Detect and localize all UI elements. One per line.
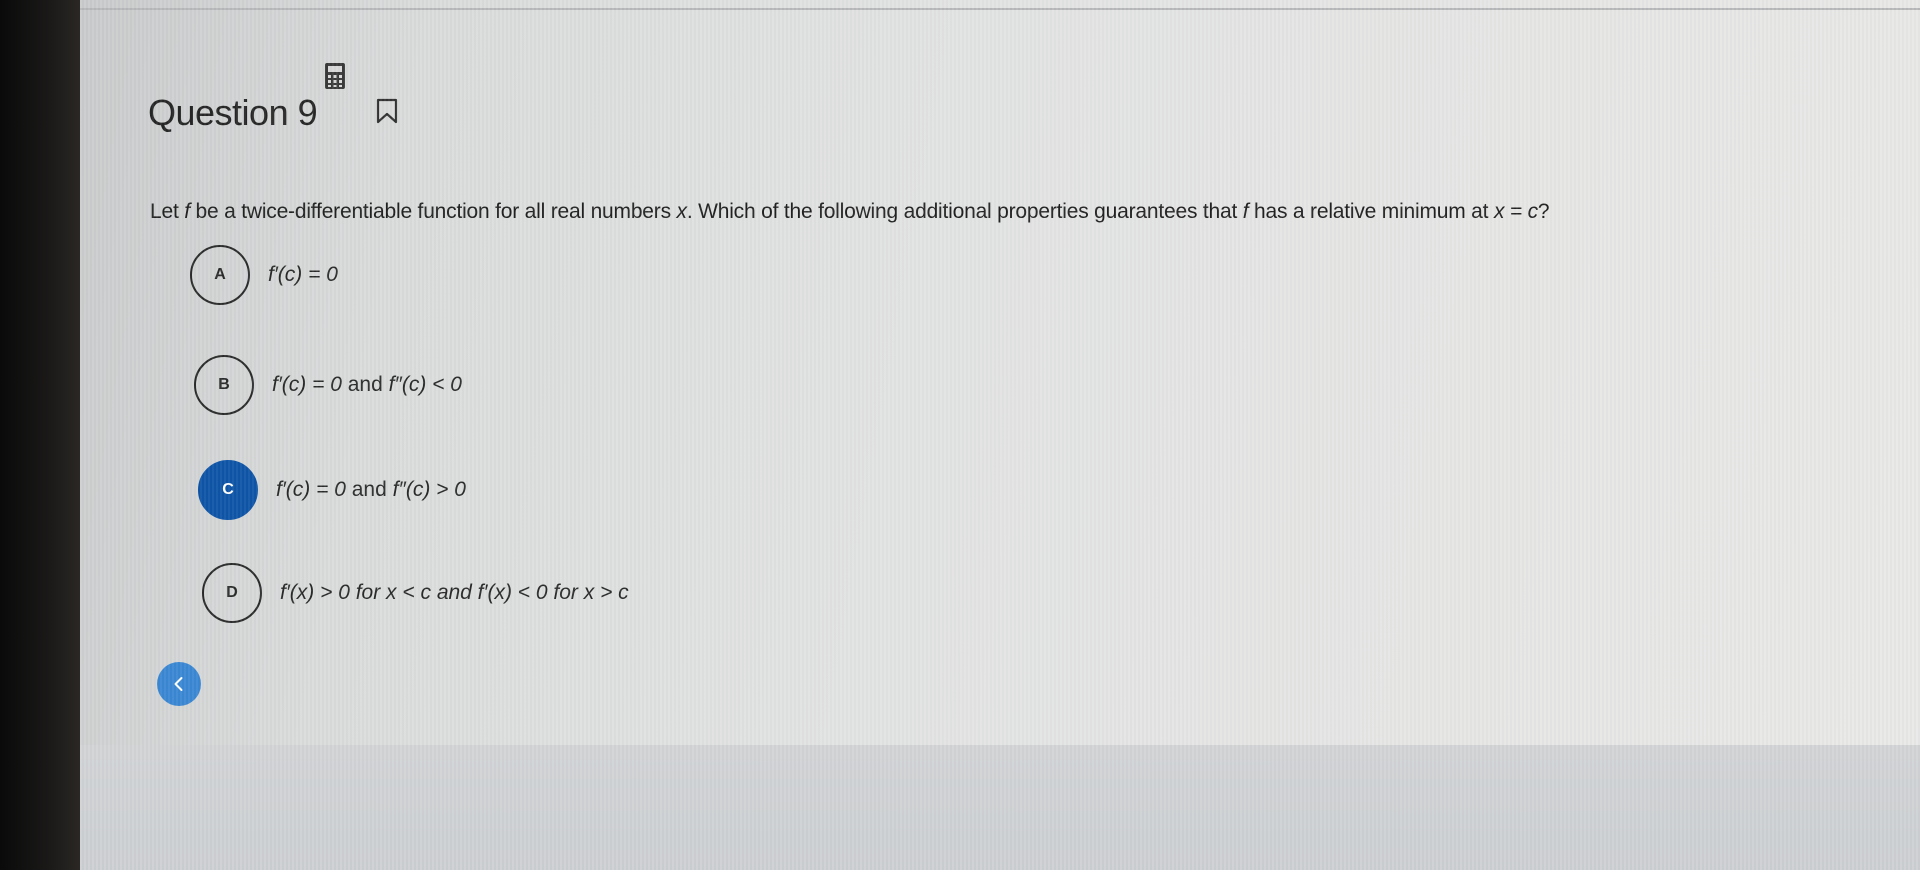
- option-b-text: f′(c) = 0 and f″(c) < 0: [272, 373, 462, 397]
- option-a-text: f′(c) = 0: [268, 263, 338, 286]
- option-d-text: f′(x) > 0 for x < c and f′(x) < 0 for x …: [280, 581, 629, 604]
- header-divider: [80, 8, 1920, 10]
- bookmark-icon[interactable]: [376, 98, 398, 124]
- option-c-text-part-2: f″(c) > 0: [392, 478, 466, 501]
- footer-band: [80, 745, 1920, 870]
- prompt-part-1: be a twice-differentiable function for a…: [189, 200, 677, 223]
- quiz-screen: Question 9 Let f be a twice-differentiab…: [80, 0, 1920, 870]
- calculator-icon[interactable]: [324, 62, 346, 90]
- option-b-conjunction: and: [341, 373, 389, 396]
- prompt-part-2: . Which of the following additional prop…: [686, 200, 1243, 223]
- option-a-bubble[interactable]: A: [190, 245, 250, 305]
- option-c-text: f′(c) = 0 and f″(c) > 0: [276, 478, 466, 502]
- question-title: Question 9: [148, 92, 318, 133]
- option-b-bubble[interactable]: B: [194, 355, 254, 415]
- screen-texture: [80, 0, 1920, 870]
- option-b-text-part-2: f″(c) < 0: [388, 373, 462, 396]
- option-c-bubble[interactable]: C: [198, 460, 258, 520]
- prompt-end: ?: [1537, 200, 1550, 223]
- option-b-text-part-1: f′(c) = 0: [272, 373, 342, 396]
- prompt-intro: Let: [150, 200, 185, 223]
- chevron-left-icon: [174, 677, 183, 691]
- answer-option-c[interactable]: C f′(c) = 0 and f″(c) > 0: [198, 460, 466, 520]
- answer-option-b[interactable]: B f′(c) = 0 and f″(c) < 0: [194, 355, 462, 415]
- prompt-equation: x = c: [1493, 200, 1538, 223]
- previous-question-button[interactable]: [157, 662, 201, 706]
- option-c-conjunction: and: [345, 478, 393, 501]
- question-prompt: Let f be a twice-differentiable function…: [150, 200, 1550, 224]
- prompt-var-x: x: [676, 200, 688, 223]
- option-c-text-part-1: f′(c) = 0: [276, 478, 346, 501]
- answer-option-d[interactable]: D f′(x) > 0 for x < c and f′(x) < 0 for …: [202, 563, 629, 623]
- answer-option-a[interactable]: A f′(c) = 0: [190, 245, 338, 305]
- prompt-part-3: has a relative minimum at: [1248, 200, 1494, 223]
- monitor-bezel: [0, 0, 80, 870]
- option-d-bubble[interactable]: D: [202, 563, 262, 623]
